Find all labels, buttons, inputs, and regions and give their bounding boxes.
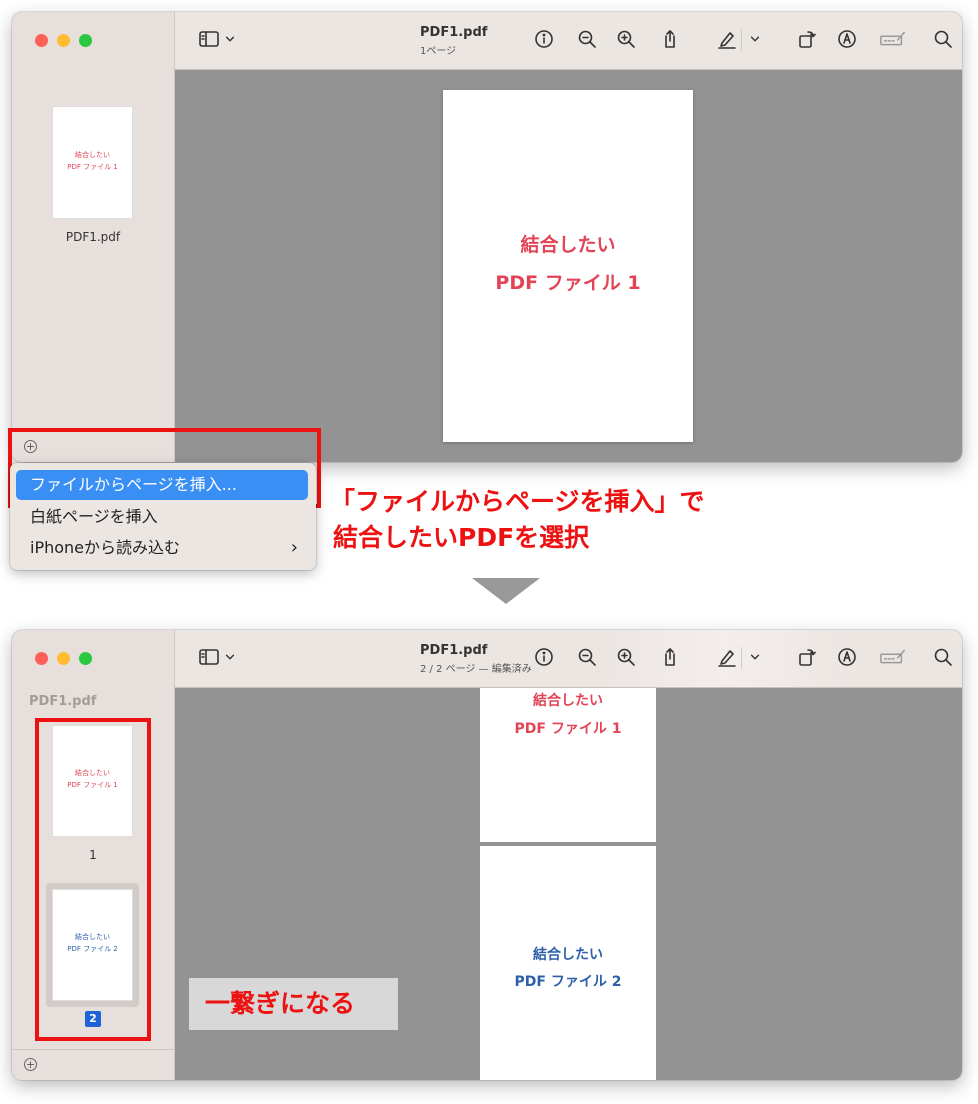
toolbar: PDF1.pdf 2 / 2 ページ — 編集済み xyxy=(175,630,962,688)
callout-joined: 一繋ぎになる xyxy=(189,978,398,1030)
chevron-down-icon[interactable] xyxy=(223,27,237,51)
info-icon[interactable] xyxy=(532,645,556,669)
page-text-line2: PDF ファイル 2 xyxy=(514,974,622,990)
zoom-out-icon[interactable] xyxy=(575,645,599,669)
zoom-in-icon[interactable] xyxy=(614,645,638,669)
preview-window-after: PDF1.pdf 結合したい PDF ファイル 1 1 結合したい PDF ファ… xyxy=(12,630,962,1080)
page-thumbnail[interactable]: 結合したい PDF ファイル 1 xyxy=(53,107,132,218)
share-icon[interactable] xyxy=(658,27,682,51)
chevron-down-icon[interactable] xyxy=(748,645,762,669)
down-arrow-icon xyxy=(472,578,540,604)
markup-icon[interactable] xyxy=(835,27,859,51)
search-icon[interactable] xyxy=(931,645,955,669)
toolbar-divider xyxy=(741,29,742,51)
preview-window-before: 結合したい PDF ファイル 1 PDF1.pdf + PDF1.pdf 1ペー… xyxy=(12,12,962,462)
menu-item-insert-from-file[interactable]: ファイルからページを挿入... xyxy=(16,470,308,500)
close-button[interactable] xyxy=(35,34,48,47)
search-icon[interactable] xyxy=(931,27,955,51)
menu-item-import-iphone-label: iPhoneから読み込む xyxy=(30,538,181,557)
highlight-pen-icon[interactable] xyxy=(715,645,739,669)
markup-icon[interactable] xyxy=(835,645,859,669)
chevron-right-icon: › xyxy=(290,537,298,558)
page-text-line1: 結合したい xyxy=(533,693,603,709)
page-text-line2: PDF ファイル 1 xyxy=(514,721,622,737)
thumbnail-label: PDF1.pdf xyxy=(65,230,121,244)
zoom-button[interactable] xyxy=(79,652,92,665)
minimize-button[interactable] xyxy=(57,34,70,47)
chevron-down-icon[interactable] xyxy=(748,27,762,51)
rotate-icon[interactable] xyxy=(795,645,819,669)
highlight-pen-icon[interactable] xyxy=(715,27,739,51)
toolbar-divider xyxy=(741,647,742,669)
page-text-line1: 結合したい xyxy=(520,234,616,256)
close-button[interactable] xyxy=(35,652,48,665)
chevron-down-icon[interactable] xyxy=(223,645,237,669)
toolbar: PDF1.pdf 1ページ xyxy=(175,12,962,70)
pdf-page: 結合したい PDF ファイル 1 xyxy=(443,90,693,442)
document-subtitle: 2 / 2 ページ — 編集済み xyxy=(420,664,532,675)
pdf-page-2: 結合したい PDF ファイル 2 xyxy=(480,846,656,1080)
thumb-text-line1: 結合したい xyxy=(75,151,110,159)
zoom-out-icon[interactable] xyxy=(575,27,599,51)
sidebar-bottom-bar: + xyxy=(12,1049,174,1080)
minimize-button[interactable] xyxy=(57,652,70,665)
document-title: PDF1.pdf xyxy=(420,643,488,658)
page-text-line1: 結合したい xyxy=(533,947,603,963)
pdf-page-1: 結合したい PDF ファイル 1 xyxy=(480,688,656,842)
sidebar-header: PDF1.pdf xyxy=(29,694,97,709)
page-text-line2: PDF ファイル 1 xyxy=(495,272,641,294)
info-icon[interactable] xyxy=(532,27,556,51)
thumb-text-line2: PDF ファイル 1 xyxy=(67,163,118,171)
sidebar-toggle-icon[interactable] xyxy=(197,645,221,669)
add-circle-icon[interactable]: + xyxy=(24,1058,37,1071)
zoom-in-icon[interactable] xyxy=(614,27,638,51)
document-title: PDF1.pdf xyxy=(420,25,488,40)
highlight-box-thumbnails xyxy=(35,718,151,1041)
annotation-line1: 「ファイルからページを挿入」で xyxy=(330,487,705,516)
share-icon[interactable] xyxy=(658,645,682,669)
annotation-line2: 結合したいPDFを選択 xyxy=(333,523,590,552)
document-subtitle: 1ページ xyxy=(420,46,457,57)
rotate-icon[interactable] xyxy=(795,27,819,51)
sidebar: 結合したい PDF ファイル 1 PDF1.pdf + xyxy=(12,12,175,462)
sidebar-toggle-icon[interactable] xyxy=(197,27,221,51)
menu-item-import-iphone[interactable]: iPhoneから読み込む › xyxy=(16,533,308,563)
signature-icon[interactable] xyxy=(878,645,908,669)
zoom-button[interactable] xyxy=(79,34,92,47)
menu-item-insert-blank[interactable]: 白紙ページを挿入 xyxy=(16,502,308,532)
add-page-menu: ファイルからページを挿入... 白紙ページを挿入 iPhoneから読み込む › xyxy=(10,463,316,570)
signature-icon[interactable] xyxy=(878,27,908,51)
